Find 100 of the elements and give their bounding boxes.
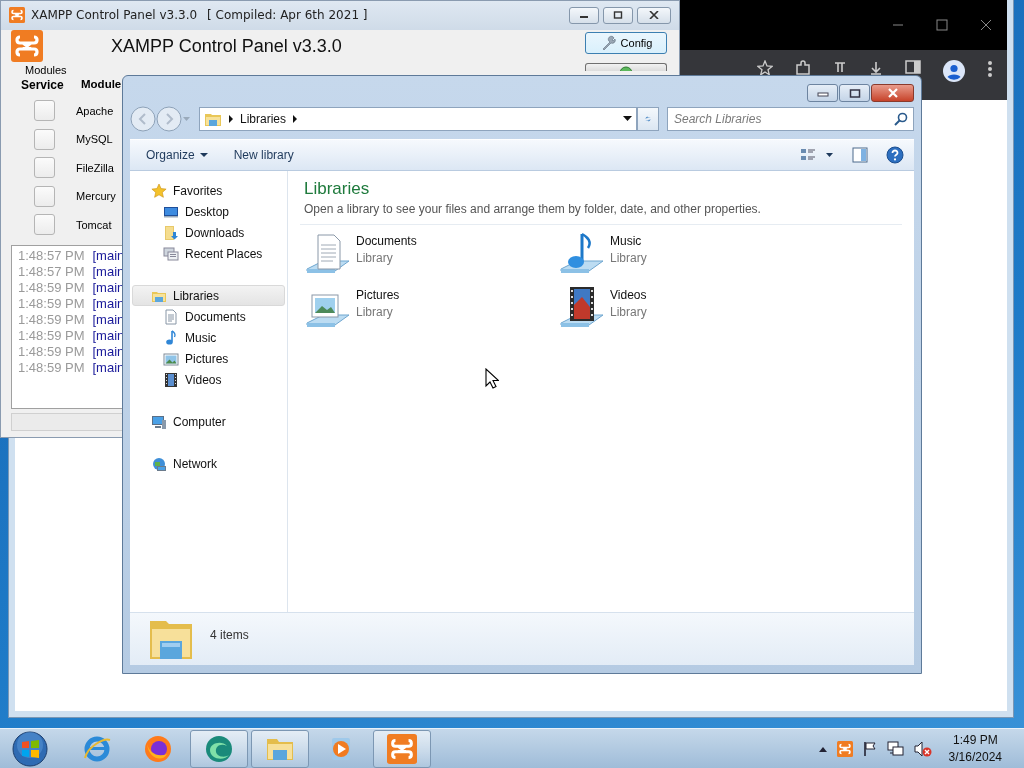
dropdown-icon[interactable] (623, 116, 632, 122)
preview-pane-icon[interactable] (852, 147, 868, 163)
star-icon[interactable] (757, 60, 773, 76)
library-name[interactable]: Music (610, 233, 647, 248)
module-name: MySQL (76, 133, 113, 146)
close-button[interactable] (637, 6, 671, 24)
nav-item[interactable]: Network (132, 453, 285, 474)
close-icon (649, 11, 659, 20)
volume-muted-icon[interactable] (913, 740, 932, 757)
libraries-icon (204, 111, 222, 127)
library-type: Library (356, 250, 394, 265)
xampp-logo-icon (9, 7, 25, 24)
log-time: 1:48:59 PM (18, 344, 85, 360)
log-time: 1:48:59 PM (18, 296, 85, 312)
library-name[interactable]: Pictures (356, 287, 400, 302)
swirl-icon (204, 733, 234, 764)
xampp-logo-icon (11, 29, 43, 62)
column-header: Module (81, 77, 122, 92)
download-icon[interactable] (869, 60, 883, 76)
toolbar-button[interactable]: Organize (140, 144, 214, 166)
nav-item[interactable]: Downloads (132, 222, 285, 243)
checkbox[interactable] (34, 214, 55, 236)
maximize-icon (613, 11, 623, 20)
nav-item[interactable]: Libraries (132, 285, 285, 306)
document-icon (163, 308, 179, 325)
config-button[interactable]: Config (585, 31, 667, 54)
computer-icon (151, 413, 167, 430)
nav-item[interactable]: Music (132, 327, 285, 348)
checkbox[interactable] (34, 128, 55, 150)
column-header: Service (20, 77, 65, 92)
start-button-icon[interactable] (11, 729, 49, 768)
log-time: 1:48:59 PM (18, 280, 85, 296)
app-heading: XAMPP Control Panel v3.3.0 (111, 35, 342, 57)
breadcrumb[interactable]: Libraries (240, 112, 287, 126)
nav-item[interactable]: Desktop (132, 201, 285, 222)
taskbar-button[interactable] (190, 729, 248, 768)
log-time: 1:48:57 PM (18, 264, 85, 280)
module-name: Apache (76, 104, 114, 117)
xampp-logo-icon (836, 740, 853, 757)
clock-date[interactable]: 3/16/2024 (948, 750, 1002, 764)
refresh-button[interactable] (637, 107, 659, 131)
chevron-icon (292, 115, 299, 123)
network-icon (151, 455, 167, 472)
module-name: Mercury (76, 190, 116, 203)
description: Open a library to see your files and arrange them by folder, date, and other properties. (304, 202, 762, 216)
maximize-button[interactable] (839, 84, 870, 102)
chevron-icon (228, 115, 234, 123)
log-time: 1:48:57 PM (18, 248, 85, 264)
star-icon (151, 182, 167, 199)
menu-icon[interactable] (987, 60, 993, 78)
minimize-button[interactable] (569, 6, 599, 24)
maximize-button[interactable] (603, 6, 633, 24)
firefox-icon (143, 733, 173, 764)
checkbox[interactable] (34, 100, 55, 122)
page-heading: Libraries (304, 179, 371, 199)
film-icon (163, 371, 179, 388)
side-panel-icon[interactable] (905, 60, 921, 74)
log-time: 1:48:59 PM (18, 328, 85, 344)
taskbar-button[interactable] (251, 729, 309, 768)
view-options-icon[interactable] (800, 147, 834, 163)
network-icon[interactable] (886, 740, 905, 757)
music-note-icon (163, 329, 179, 346)
module-name: FileZilla (76, 161, 114, 174)
close-button[interactable] (871, 84, 914, 102)
nav-item[interactable]: Documents (132, 306, 285, 327)
flag-icon[interactable] (861, 740, 878, 757)
group-label: Modules (25, 63, 67, 76)
nav-item[interactable]: Pictures (132, 348, 285, 369)
app-button[interactable] (585, 62, 667, 71)
search-icon (894, 112, 908, 126)
taskbar-button[interactable] (373, 729, 431, 768)
checkbox[interactable] (34, 157, 55, 179)
help-icon[interactable] (886, 146, 904, 164)
caret-icon (199, 152, 208, 158)
minimize-icon (816, 89, 829, 97)
checkbox[interactable] (34, 185, 55, 207)
xampp-logo-icon (387, 733, 417, 764)
library-name[interactable]: Videos (610, 287, 647, 302)
picture-icon (163, 350, 179, 367)
cursor-icon (485, 368, 499, 389)
profile-icon[interactable] (943, 60, 965, 82)
compile-date: [ Compiled: Apr 6th 2021 ] (207, 8, 368, 23)
nav-item[interactable]: Favorites (132, 180, 285, 201)
close-icon[interactable] (979, 18, 993, 32)
clock-time[interactable]: 1:49 PM (952, 733, 998, 747)
log-time: 1:48:59 PM (18, 312, 85, 328)
maximize-icon (848, 88, 861, 98)
toolbar-button[interactable]: New library (227, 144, 300, 166)
search-field[interactable]: Search Libraries (667, 107, 914, 131)
nav-item[interactable]: Computer (132, 411, 285, 432)
close-icon (886, 88, 899, 98)
item-count: 4 items (210, 628, 249, 642)
module-name: Tomcat (76, 218, 112, 231)
library-type: Library (356, 304, 394, 319)
library-name[interactable]: Documents (356, 233, 417, 248)
nav-item[interactable]: Recent Places (132, 243, 285, 264)
address-bar[interactable]: Libraries (199, 107, 637, 131)
recent-places-icon (163, 245, 179, 262)
nav-item[interactable]: Videos (132, 369, 285, 390)
log-time: 1:48:59 PM (18, 360, 85, 376)
